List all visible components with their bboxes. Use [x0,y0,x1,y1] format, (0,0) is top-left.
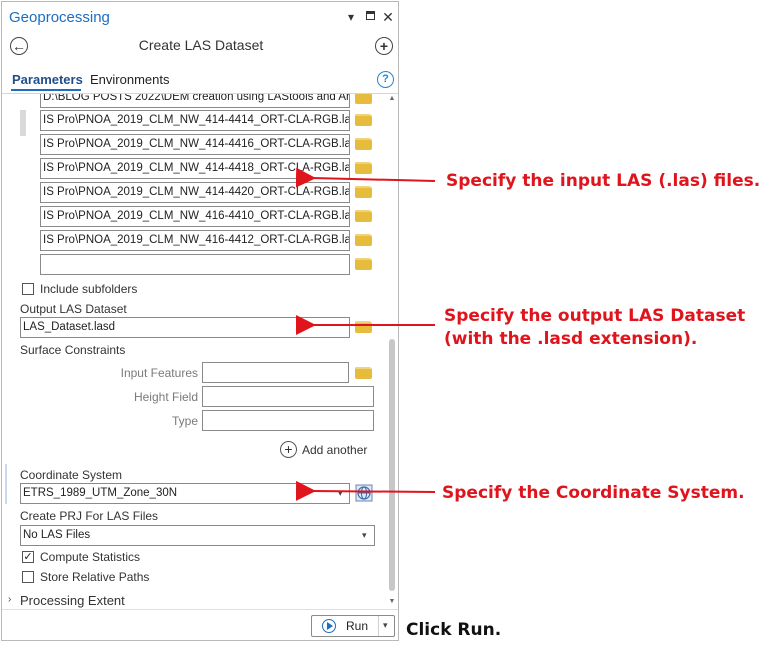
annotation-input: Specify the input LAS (.las) files. [446,171,761,191]
input-arrow [295,167,436,188]
annotation-output-line2: (with the .lasd extension). [444,329,698,349]
annotation-run: Click Run. [406,620,502,640]
coordinate-arrow [295,480,436,501]
annotation-output-line1: Specify the output LAS Dataset [444,306,746,326]
annotation-coordinate: Specify the Coordinate System. [442,483,745,503]
